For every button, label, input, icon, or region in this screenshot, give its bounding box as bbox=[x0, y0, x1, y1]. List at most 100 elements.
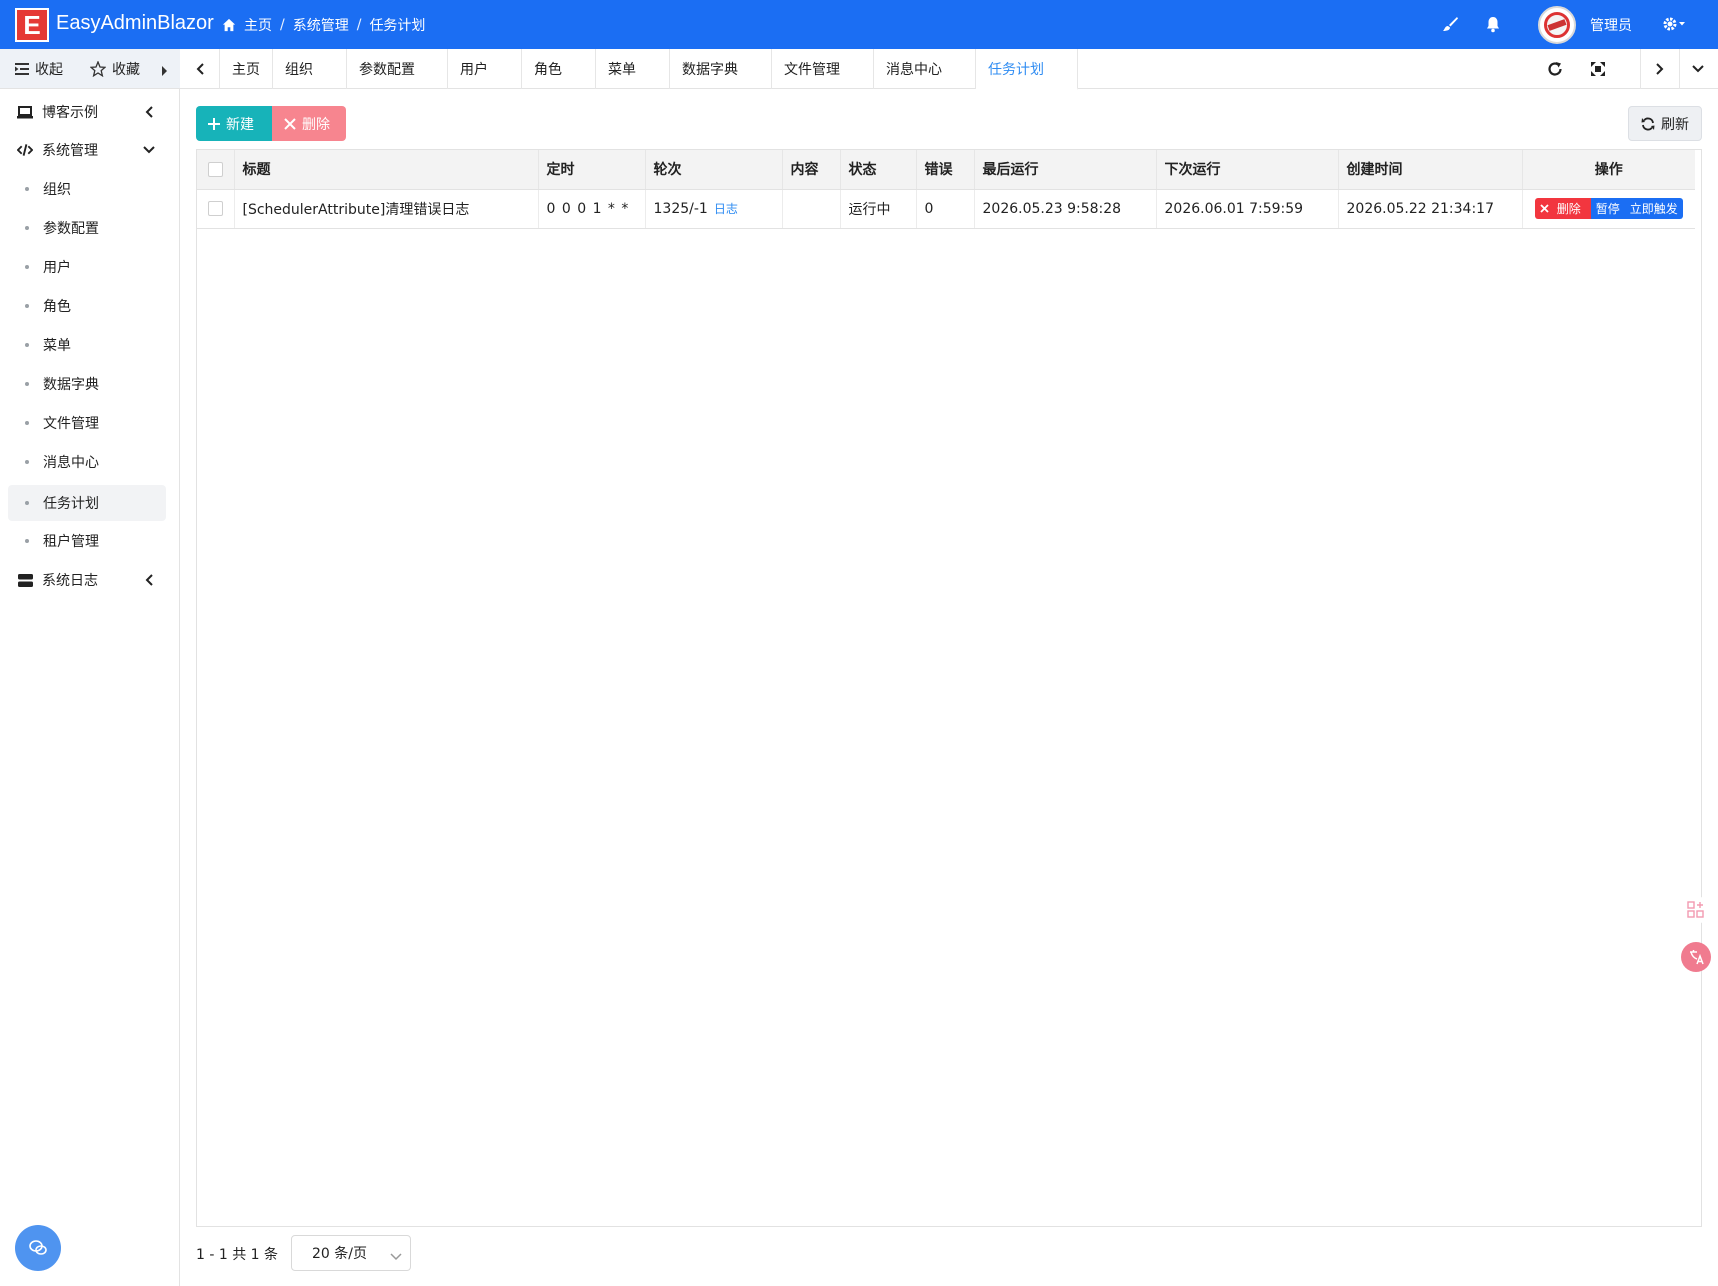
tab-menu-dropdown-button[interactable] bbox=[1678, 49, 1718, 89]
sync-icon bbox=[1641, 117, 1655, 130]
table-row: [SchedulerAttribute]清理错误日志 0 0 0 1 * * 1… bbox=[197, 189, 1695, 229]
pagination-summary: 1 - 1 共 1 条 bbox=[196, 1247, 279, 1263]
tab-scroll-right-button[interactable] bbox=[1640, 49, 1680, 89]
refresh-button[interactable]: 刷新 bbox=[1628, 106, 1702, 141]
cell-last-run: 2026.05.23 9:58:28 bbox=[974, 189, 1157, 229]
reload-icon[interactable] bbox=[1546, 60, 1564, 82]
chevron-down-icon bbox=[390, 1249, 402, 1265]
sidebar-item-data-dictionary[interactable]: 数据字典 bbox=[8, 366, 166, 402]
chevron-left-icon bbox=[143, 106, 155, 118]
chevron-right-icon bbox=[1656, 63, 1664, 75]
collapse-button[interactable]: 收起 bbox=[15, 59, 63, 79]
tab-file-management[interactable]: 文件管理 bbox=[772, 49, 874, 89]
column-header-actions: 操作 bbox=[1522, 150, 1695, 190]
sidebar-item-tenant-management[interactable]: 租户管理 bbox=[8, 523, 166, 559]
tab-home[interactable]: 主页 bbox=[220, 49, 273, 89]
avatar[interactable] bbox=[1538, 6, 1576, 44]
tab-bar: 主页 组织 参数配置 用户 角色 菜单 数据字典 文件管理 消息中心 任务计划 bbox=[180, 49, 1718, 90]
column-header-created[interactable]: 创建时间 bbox=[1338, 150, 1523, 190]
column-header-cron[interactable]: 定时 bbox=[538, 150, 646, 190]
row-checkbox[interactable] bbox=[207, 201, 223, 216]
breadcrumb-home[interactable]: 主页 bbox=[244, 15, 272, 35]
app-logo: E bbox=[15, 8, 49, 42]
column-header-next-run[interactable]: 下次运行 bbox=[1156, 150, 1339, 190]
fullscreen-icon[interactable] bbox=[1590, 61, 1606, 81]
tab-scroll-left-button[interactable] bbox=[180, 49, 220, 89]
column-header-title[interactable]: 标题 bbox=[234, 150, 539, 190]
tab-message-center[interactable]: 消息中心 bbox=[874, 49, 976, 89]
sidebar-group-system-management[interactable]: 系统管理 bbox=[0, 132, 180, 168]
settings-gear-icon[interactable] bbox=[1660, 12, 1690, 36]
code-icon bbox=[17, 142, 33, 158]
select-all-checkbox[interactable] bbox=[207, 161, 223, 177]
sidebar-item-task-schedule[interactable]: 任务计划 bbox=[8, 485, 166, 521]
sidebar-item-parameters[interactable]: 参数配置 bbox=[8, 210, 166, 246]
column-header-content[interactable]: 内容 bbox=[782, 150, 841, 190]
cell-title: [SchedulerAttribute]清理错误日志 bbox=[234, 189, 539, 229]
favorites-button[interactable]: 收藏 bbox=[90, 59, 140, 79]
column-header-round[interactable]: 轮次 bbox=[645, 150, 783, 190]
bell-icon[interactable] bbox=[1481, 12, 1505, 36]
cell-round: 1325/-1 日志 bbox=[645, 189, 783, 229]
tab-users[interactable]: 用户 bbox=[448, 49, 522, 89]
sidebar-group-blog[interactable]: 博客示例 bbox=[0, 94, 180, 130]
breadcrumb: 主页 / 系统管理 / 任务计划 bbox=[222, 15, 425, 35]
sidebar-item-file-management[interactable]: 文件管理 bbox=[8, 405, 166, 441]
row-pause-button[interactable]: 暂停 bbox=[1590, 198, 1625, 219]
home-icon bbox=[222, 18, 236, 32]
sidebar-item-message-center[interactable]: 消息中心 bbox=[8, 444, 166, 480]
chevron-left-icon bbox=[196, 63, 204, 75]
tab-data-dictionary[interactable]: 数据字典 bbox=[670, 49, 772, 89]
round-value: 1325/-1 bbox=[653, 201, 708, 217]
chevron-down-icon bbox=[143, 144, 155, 156]
tab-parameters[interactable]: 参数配置 bbox=[347, 49, 448, 89]
cell-next-run: 2026.06.01 7:59:59 bbox=[1156, 189, 1339, 229]
user-name[interactable]: 管理员 bbox=[1590, 15, 1632, 35]
select-all-checkbox-cell bbox=[197, 150, 235, 190]
sidebar-item-menus[interactable]: 菜单 bbox=[8, 327, 166, 363]
breadcrumb-separator: / bbox=[280, 17, 285, 33]
outdent-icon bbox=[15, 62, 29, 75]
row-trigger-now-button[interactable]: 立即触发 bbox=[1624, 198, 1683, 219]
tab-menus[interactable]: 菜单 bbox=[596, 49, 670, 89]
server-icon bbox=[17, 572, 33, 588]
task-table: 标题 定时 轮次 内容 状态 错误 最后运行 下次运行 创建时间 操作 [Sch… bbox=[197, 150, 1695, 229]
page-size-select[interactable]: 20 条/页 bbox=[291, 1235, 411, 1271]
table-header-row: 标题 定时 轮次 内容 状态 错误 最后运行 下次运行 创建时间 操作 bbox=[197, 150, 1695, 190]
breadcrumb-current: 任务计划 bbox=[369, 18, 426, 34]
log-link[interactable]: 日志 bbox=[714, 202, 738, 216]
app-title: EasyAdminBlazor bbox=[56, 12, 214, 34]
tab-task-schedule[interactable]: 任务计划 bbox=[976, 49, 1078, 90]
sidebar-group-system-logs[interactable]: 系统日志 bbox=[0, 562, 180, 598]
cell-errors: 0 bbox=[916, 189, 975, 229]
tab-organization[interactable]: 组织 bbox=[273, 49, 347, 89]
caret-right-icon[interactable] bbox=[162, 64, 168, 80]
cell-actions: 删除 暂停 立即触发 bbox=[1522, 189, 1695, 229]
chevron-left-icon bbox=[143, 574, 155, 586]
delete-button[interactable]: 删除 bbox=[272, 106, 346, 141]
translate-float-icon[interactable] bbox=[1681, 942, 1711, 972]
sidebar-item-users[interactable]: 用户 bbox=[8, 249, 166, 285]
sidebar: 博客示例 系统管理 组织 参数配置 用户 角色 菜单 数据字典 文件管理 消息中… bbox=[0, 89, 180, 1286]
laptop-icon bbox=[17, 104, 33, 120]
column-header-last-run[interactable]: 最后运行 bbox=[974, 150, 1157, 190]
sidebar-item-roles[interactable]: 角色 bbox=[8, 288, 166, 324]
row-delete-button[interactable]: 删除 bbox=[1534, 198, 1591, 219]
top-header: E EasyAdminBlazor 主页 / 系统管理 / 任务计划 管理员 bbox=[0, 0, 1718, 49]
tab-roles[interactable]: 角色 bbox=[522, 49, 596, 89]
breadcrumb-system[interactable]: 系统管理 bbox=[293, 15, 349, 35]
sidebar-toolbar: 收起 收藏 bbox=[0, 49, 180, 89]
plus-icon bbox=[208, 117, 220, 130]
brush-icon[interactable] bbox=[1438, 12, 1462, 36]
cell-content bbox=[782, 189, 841, 229]
apps-float-icon[interactable] bbox=[1682, 896, 1710, 924]
new-button[interactable]: 新建 bbox=[196, 106, 272, 141]
row-action-group: 删除 暂停 立即触发 bbox=[1534, 198, 1683, 219]
chat-float-icon[interactable] bbox=[15, 1225, 61, 1271]
column-header-errors[interactable]: 错误 bbox=[916, 150, 975, 190]
breadcrumb-separator: / bbox=[356, 17, 362, 33]
column-header-status[interactable]: 状态 bbox=[840, 150, 917, 190]
close-icon bbox=[1540, 204, 1549, 213]
star-icon bbox=[90, 60, 106, 77]
sidebar-item-organization[interactable]: 组织 bbox=[8, 171, 166, 207]
